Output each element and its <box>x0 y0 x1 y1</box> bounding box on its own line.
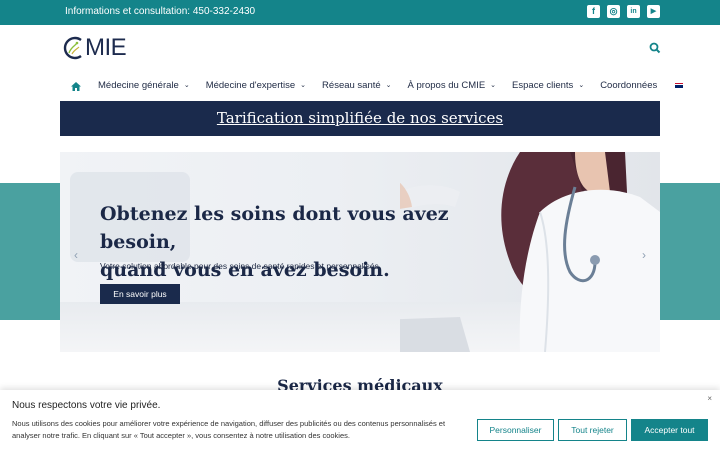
cookie-title: Nous respectons votre vie privée. <box>12 400 161 411</box>
cmie-logo-c <box>63 35 85 61</box>
pricing-banner-link[interactable]: Tarification simplifiée de nos services <box>217 109 503 127</box>
logo-text: MIE <box>85 34 127 61</box>
hero-slider: Obtenez les soins dont vous avez besoin,… <box>60 152 660 352</box>
chevron-left-icon[interactable]: ‹ <box>74 248 78 262</box>
learn-more-button[interactable]: En savoir plus <box>100 284 180 304</box>
pricing-banner[interactable]: Tarification simplifiée de nos services <box>60 101 660 136</box>
top-bar: Informations et consultation: 450-332-24… <box>0 0 720 25</box>
youtube-icon[interactable]: ▶ <box>647 5 660 18</box>
contact-info: Informations et consultation: 450-332-24… <box>65 6 256 17</box>
nav-item-espace-clients[interactable]: Espace clients ⌄ <box>512 80 584 91</box>
chevron-down-icon: ⌄ <box>490 82 497 89</box>
home-icon[interactable] <box>70 79 84 91</box>
chevron-down-icon: ⌄ <box>300 82 307 89</box>
instagram-icon[interactable]: ◎ <box>607 5 620 18</box>
cookie-text: Nous utilisons des cookies pour améliore… <box>12 419 446 440</box>
accept-all-button[interactable]: Accepter tout <box>631 419 708 441</box>
nav-item-medecine-generale[interactable]: Médecine générale ⌄ <box>98 80 190 91</box>
chevron-down-icon: ⌄ <box>578 82 585 89</box>
hero-subtitle: Votre solution abordable pour des soins … <box>100 261 382 271</box>
search-icon[interactable] <box>649 41 661 54</box>
cookie-banner: Nous respectons votre vie privée. Nous u… <box>0 390 720 450</box>
reject-all-button[interactable]: Tout rejeter <box>558 419 627 441</box>
chevron-right-icon[interactable]: › <box>642 248 646 262</box>
facebook-icon[interactable]: f <box>587 5 600 18</box>
chevron-down-icon: ⌄ <box>385 82 392 89</box>
customize-button[interactable]: Personnaliser <box>477 419 554 441</box>
nav-item-a-propos[interactable]: À propos du CMIE ⌄ <box>408 80 497 91</box>
site-logo[interactable]: MIE <box>63 33 127 63</box>
main-nav: Médecine générale ⌄ Médecine d'expertise ⌄… <box>70 78 684 92</box>
nav-item-reseau-sante[interactable]: Réseau santé ⌄ <box>322 80 392 91</box>
social-links: f ◎ in ▶ <box>587 5 660 18</box>
uk-flag-icon[interactable] <box>675 82 684 88</box>
chevron-down-icon: ⌄ <box>183 82 190 89</box>
close-icon[interactable]: × <box>707 394 712 403</box>
linkedin-icon[interactable]: in <box>627 5 640 18</box>
nav-item-medecine-expertise[interactable]: Médecine d'expertise ⌄ <box>206 80 306 91</box>
hero-title: Obtenez les soins dont vous avez besoin,… <box>100 203 449 281</box>
nav-item-coordonnees[interactable]: Coordonnées <box>600 80 657 91</box>
